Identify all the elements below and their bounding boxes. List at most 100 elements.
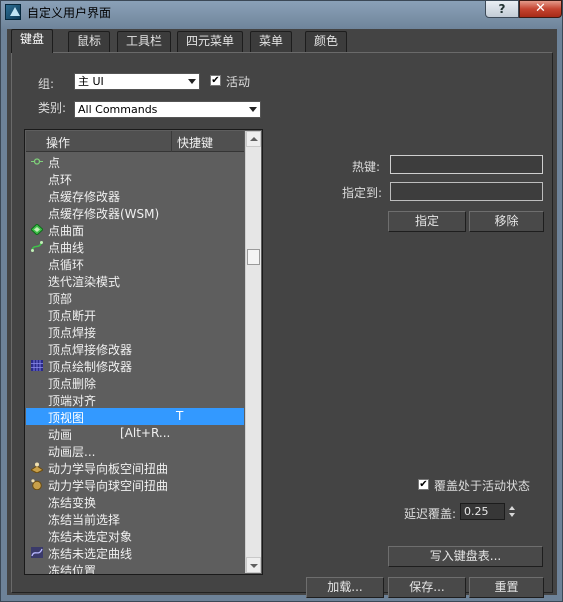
- list-item[interactable]: 顶点绘制修改器: [26, 357, 244, 374]
- list-item-label: 顶点断开: [48, 309, 97, 323]
- list-item[interactable]: 冻结变换: [26, 493, 244, 510]
- list-item-label: 动画: [48, 428, 73, 442]
- list-item-label: 顶视图: [48, 411, 85, 425]
- list-item[interactable]: 点曲线: [26, 238, 244, 255]
- list-item[interactable]: 冻结未选定对象: [26, 527, 244, 544]
- list-item[interactable]: 动力学导向球空间扭曲: [26, 476, 244, 493]
- override-active-label: 覆盖处于活动状态: [434, 479, 531, 493]
- tab-keyboard[interactable]: 键盘: [11, 29, 54, 53]
- title-bar[interactable]: 自定义用户界面 ? ✕: [1, 0, 562, 23]
- list-item[interactable]: 点环: [26, 170, 244, 187]
- list-item[interactable]: 冻结位置: [26, 561, 244, 575]
- list-item-label: 点: [48, 156, 61, 170]
- override-active-checkbox[interactable]: ✔: [418, 479, 429, 490]
- list-item[interactable]: 顶点焊接修改器: [26, 340, 244, 357]
- load-button[interactable]: 加载...: [306, 577, 384, 598]
- category-value: All Commands: [78, 103, 158, 116]
- list-item-label: 顶点焊接修改器: [48, 343, 133, 357]
- scroll-up-icon[interactable]: [246, 131, 261, 147]
- keyboard-panel: 组: 主 UI ✔ 活动 类别: All Commands 操作 快捷键 点 点…: [11, 52, 553, 598]
- app-logo-icon: [5, 4, 21, 20]
- list-item[interactable]: 顶部: [26, 289, 244, 306]
- delay-override-input[interactable]: 0.25: [460, 503, 505, 520]
- list-item[interactable]: 迭代渲染模式: [26, 272, 244, 289]
- list-item-label: 冻结位置: [48, 564, 97, 575]
- delay-override-label: 延迟覆盖:: [404, 507, 457, 521]
- list-item[interactable]: 动力学导向板空间扭曲: [26, 459, 244, 476]
- save-button[interactable]: 保存...: [388, 577, 466, 598]
- list-item[interactable]: 顶点删除: [26, 374, 244, 391]
- vertex-paint-icon: [31, 360, 43, 371]
- list-item-label: 点曲面: [48, 224, 85, 238]
- list-item-shortcut: [Alt+R...: [120, 426, 171, 440]
- list-item[interactable]: 冻结当前选择: [26, 510, 244, 527]
- list-item[interactable]: 点: [26, 153, 244, 170]
- list-item-label: 冻结变换: [48, 496, 97, 510]
- list-item-label: 冻结未选定对象: [48, 530, 133, 544]
- list-item-label: 点环: [48, 173, 73, 187]
- list-item-shortcut: T: [176, 409, 184, 423]
- dynamics-plane-icon: [30, 462, 44, 474]
- active-label: 活动: [226, 75, 251, 89]
- category-dropdown[interactable]: All Commands: [74, 101, 261, 118]
- list-item[interactable]: 冻结未选定曲线: [26, 544, 244, 561]
- assigned-to-field[interactable]: [390, 182, 543, 201]
- customize-ui-window: 自定义用户界面 ? ✕ 键盘 鼠标 工具栏 四元菜单 菜单 颜色 组: 主 UI…: [0, 0, 563, 602]
- chevron-down-icon: [188, 79, 196, 84]
- list-item-label: 动力学导向板空间扭曲: [48, 462, 169, 476]
- list-item-label: 点缓存修改器(WSM): [48, 207, 160, 221]
- list-item-label: 迭代渲染模式: [48, 275, 121, 289]
- column-header-action[interactable]: 操作: [46, 134, 70, 151]
- dialog-client: 键盘 鼠标 工具栏 四元菜单 菜单 颜色 组: 主 UI ✔ 活动 类别: Al…: [7, 29, 557, 598]
- category-label: 类别:: [38, 101, 67, 115]
- list-item-selected[interactable]: 顶视图 T: [26, 408, 244, 425]
- tab-menus[interactable]: 菜单: [250, 31, 293, 52]
- list-item-label: 动力学导向球空间扭曲: [48, 479, 169, 493]
- close-button[interactable]: ✕: [519, 0, 562, 18]
- column-header-shortcut[interactable]: 快捷键: [177, 134, 213, 151]
- list-item-label: 顶点删除: [48, 377, 97, 391]
- list-item-label: 动画层...: [48, 445, 96, 459]
- window-title: 自定义用户界面: [27, 6, 112, 20]
- group-value: 主 UI: [78, 75, 104, 88]
- action-list[interactable]: 操作 快捷键 点 点环 点缓存修改器 点缓存修改器(WSM) 点曲面 点曲线 点…: [24, 129, 263, 575]
- hotkey-label: 热键:: [352, 160, 381, 174]
- spinner-up-icon: [509, 506, 515, 510]
- tab-quad-menus[interactable]: 四元菜单: [177, 31, 244, 52]
- point-surface-icon: [30, 223, 44, 236]
- tab-mouse[interactable]: 鼠标: [68, 31, 111, 52]
- delay-override-stepper[interactable]: [507, 503, 518, 520]
- list-item-label: 顶点焊接: [48, 326, 97, 340]
- list-scrollbar[interactable]: [245, 131, 261, 573]
- list-item[interactable]: 动画层...: [26, 442, 244, 459]
- list-item[interactable]: 点循环: [26, 255, 244, 272]
- group-dropdown[interactable]: 主 UI: [74, 73, 200, 90]
- active-checkbox[interactable]: ✔: [210, 75, 221, 86]
- tab-colors[interactable]: 颜色: [305, 31, 348, 52]
- remove-button[interactable]: 移除: [469, 211, 544, 232]
- help-button[interactable]: ?: [485, 0, 519, 18]
- list-item[interactable]: 点缓存修改器: [26, 187, 244, 204]
- reset-button[interactable]: 重置: [469, 577, 544, 598]
- tab-toolbars[interactable]: 工具栏: [117, 31, 172, 52]
- assign-button[interactable]: 指定: [388, 211, 466, 232]
- dynamics-sphere-icon: [31, 479, 43, 491]
- list-item[interactable]: 顶点焊接: [26, 323, 244, 340]
- list-item[interactable]: 顶点断开: [26, 306, 244, 323]
- list-item[interactable]: 动画 [Alt+R...: [26, 425, 244, 442]
- list-item[interactable]: 点曲面: [26, 221, 244, 238]
- list-item-label: 冻结未选定曲线: [48, 547, 133, 561]
- group-label: 组:: [38, 77, 55, 91]
- freeze-curve-icon: [31, 547, 43, 558]
- write-keyboard-chart-button[interactable]: 写入键盘表...: [388, 546, 543, 567]
- hotkey-field[interactable]: [390, 155, 543, 174]
- list-item-label: 顶端对齐: [48, 394, 97, 408]
- scroll-down-icon[interactable]: [246, 557, 261, 573]
- column-divider[interactable]: [171, 131, 172, 152]
- list-item-label: 冻结当前选择: [48, 513, 121, 527]
- list-item-label: 点循环: [48, 258, 85, 272]
- scrollbar-thumb[interactable]: [247, 249, 260, 265]
- list-item[interactable]: 点缓存修改器(WSM): [26, 204, 244, 221]
- list-item[interactable]: 顶端对齐: [26, 391, 244, 408]
- tab-strip: 键盘 鼠标 工具栏 四元菜单 菜单 颜色: [11, 29, 551, 53]
